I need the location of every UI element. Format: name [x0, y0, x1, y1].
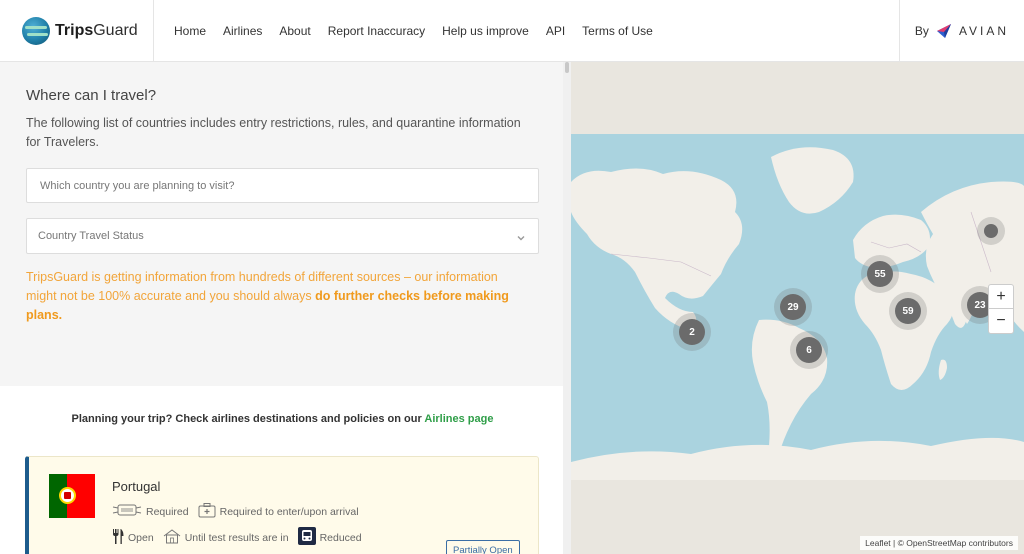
- cluster-marker[interactable]: 55: [861, 255, 899, 293]
- map-attribution[interactable]: Leaflet | © OpenStreetMap contributors: [860, 536, 1018, 550]
- top-header: TripsGuard Home Airlines About Report In…: [0, 0, 1024, 62]
- accuracy-warning: TripsGuard is getting information from h…: [26, 270, 509, 322]
- globe-logo-icon: [22, 16, 50, 45]
- fork-knife-icon: [112, 528, 124, 548]
- card-row-requirements: Required Required to enter/upon arrival: [112, 502, 368, 521]
- country-card[interactable]: Portugal Required Required to enter/upon…: [25, 456, 539, 554]
- zoom-out-button[interactable]: −: [989, 309, 1013, 333]
- partner-byline[interactable]: By AVIAN: [899, 0, 1024, 62]
- nav-about[interactable]: About: [279, 24, 310, 38]
- travel-status-value: Country Travel Status: [38, 230, 144, 242]
- cluster-marker[interactable]: 29: [774, 288, 812, 326]
- avian-wordmark: AVIAN: [958, 24, 1010, 38]
- card-row-status: Open Until test results are in Reduced: [112, 527, 371, 548]
- zoom-control: + −: [988, 284, 1014, 334]
- world-map[interactable]: 2 29 6 55 59 23 + − Leaflet | © OpenStre…: [571, 62, 1024, 554]
- country-name: Portugal: [112, 479, 161, 494]
- page-title: Where can I travel?: [26, 87, 157, 104]
- by-label: By: [914, 24, 929, 38]
- single-marker[interactable]: [977, 217, 1005, 245]
- chevron-down-icon: [516, 230, 526, 241]
- nav-help-us-improve[interactable]: Help us improve: [442, 24, 529, 38]
- brand-name: TripsGuard: [55, 21, 138, 39]
- nav-home[interactable]: Home: [174, 24, 206, 38]
- page-description: The following list of countries includes…: [26, 116, 521, 149]
- quarantine-status: Until test results are in: [163, 528, 289, 547]
- scrollbar-thumb[interactable]: [565, 62, 569, 73]
- nav-terms-of-use[interactable]: Terms of Use: [582, 24, 653, 38]
- cluster-marker[interactable]: 6: [790, 331, 828, 369]
- main-nav: Home Airlines About Report Inaccuracy He…: [174, 24, 670, 38]
- airlines-page-link[interactable]: Airlines page: [424, 413, 493, 425]
- nav-report-inaccuracy[interactable]: Report Inaccuracy: [328, 24, 425, 38]
- nav-api[interactable]: API: [546, 24, 565, 38]
- restaurants-status: Open: [112, 528, 154, 548]
- search-section: Where can I travel? The following list o…: [0, 62, 565, 386]
- portugal-flag-icon: [49, 474, 95, 518]
- cluster-marker[interactable]: 59: [889, 292, 927, 330]
- airlines-prompt: Planning your trip? Check airlines desti…: [71, 413, 494, 425]
- left-panel: Where can I travel? The following list o…: [0, 62, 565, 554]
- zoom-in-button[interactable]: +: [989, 285, 1013, 309]
- bus-icon: [297, 527, 316, 548]
- brand-logo[interactable]: TripsGuard: [0, 0, 154, 62]
- country-search-box: [26, 168, 539, 203]
- mask-icon: [112, 503, 142, 520]
- left-panel-scrollbar[interactable]: [563, 62, 571, 554]
- status-badge[interactable]: Partially Open: [446, 540, 520, 554]
- medical-kit-icon: [198, 502, 216, 521]
- house-icon: [163, 528, 181, 547]
- mask-requirement: Required: [112, 503, 189, 520]
- travel-status-select[interactable]: Country Travel Status: [26, 218, 539, 254]
- avian-logo-icon: [936, 23, 952, 39]
- test-requirement: Required to enter/upon arrival: [198, 502, 359, 521]
- nav-airlines[interactable]: Airlines: [223, 24, 262, 38]
- country-search-input[interactable]: [27, 169, 538, 202]
- cluster-marker[interactable]: 2: [673, 313, 711, 351]
- transport-status: Reduced: [297, 527, 362, 548]
